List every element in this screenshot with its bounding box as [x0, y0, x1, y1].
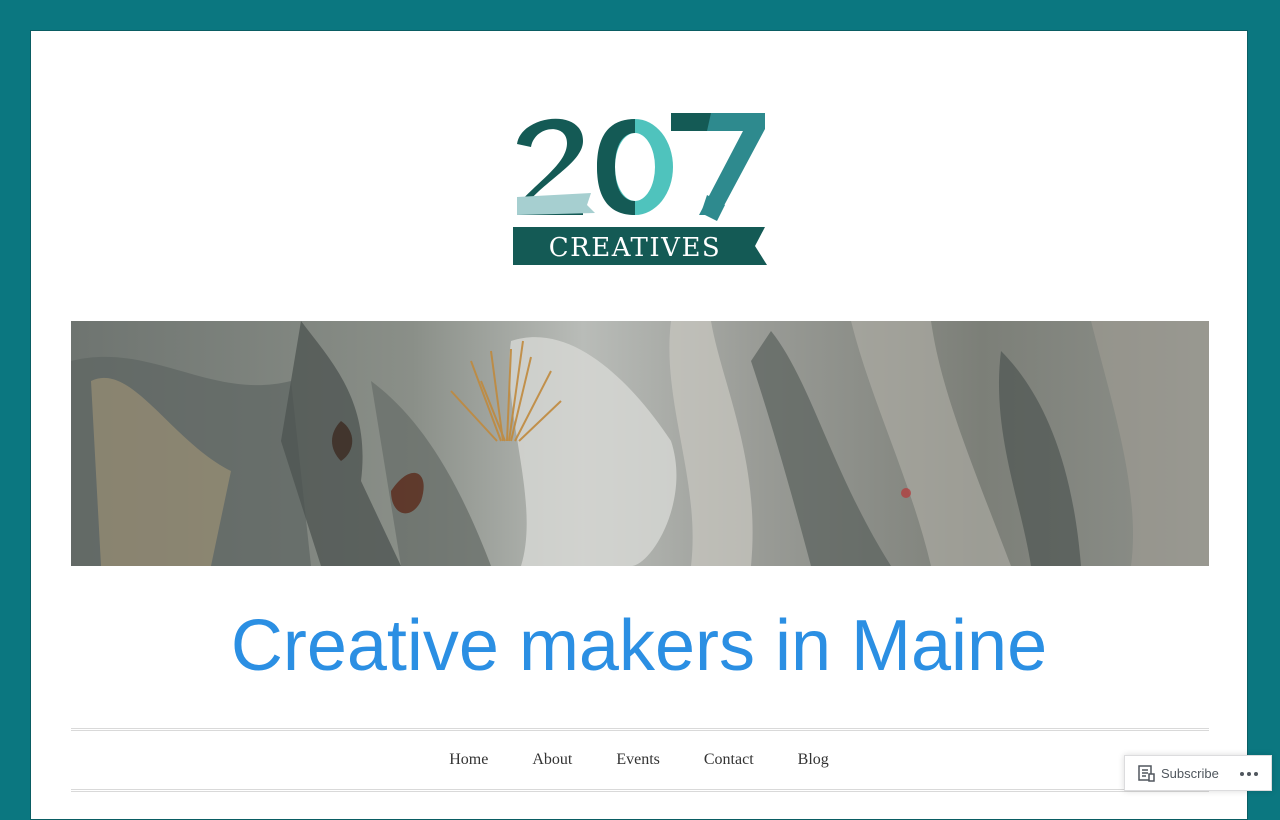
site-tagline: Creative makers in Maine [230, 606, 1048, 686]
nav-item-events[interactable]: Events [594, 751, 682, 769]
reader-icon [1137, 764, 1155, 782]
main-navigation: Home About Events Contact Blog [31, 731, 1247, 789]
nav-item-about[interactable]: About [510, 751, 594, 769]
nav-item-home[interactable]: Home [427, 751, 510, 769]
page-container: CREATIVES Creative makers in Maine Home … [30, 30, 1248, 820]
ellipsis-icon [1239, 764, 1259, 782]
nav-divider-bottom [71, 789, 1209, 792]
subscribe-label: Subscribe [1161, 765, 1219, 781]
logo-banner-text: CREATIVES [549, 233, 721, 263]
nav-item-blog[interactable]: Blog [776, 751, 851, 769]
nav-item-contact[interactable]: Contact [682, 751, 776, 769]
hero-image [71, 321, 1209, 566]
subscribe-bar: Subscribe [1124, 755, 1272, 791]
subscribe-button[interactable]: Subscribe [1125, 756, 1229, 790]
more-options-button[interactable] [1229, 756, 1269, 790]
site-logo[interactable]: CREATIVES [511, 109, 769, 269]
